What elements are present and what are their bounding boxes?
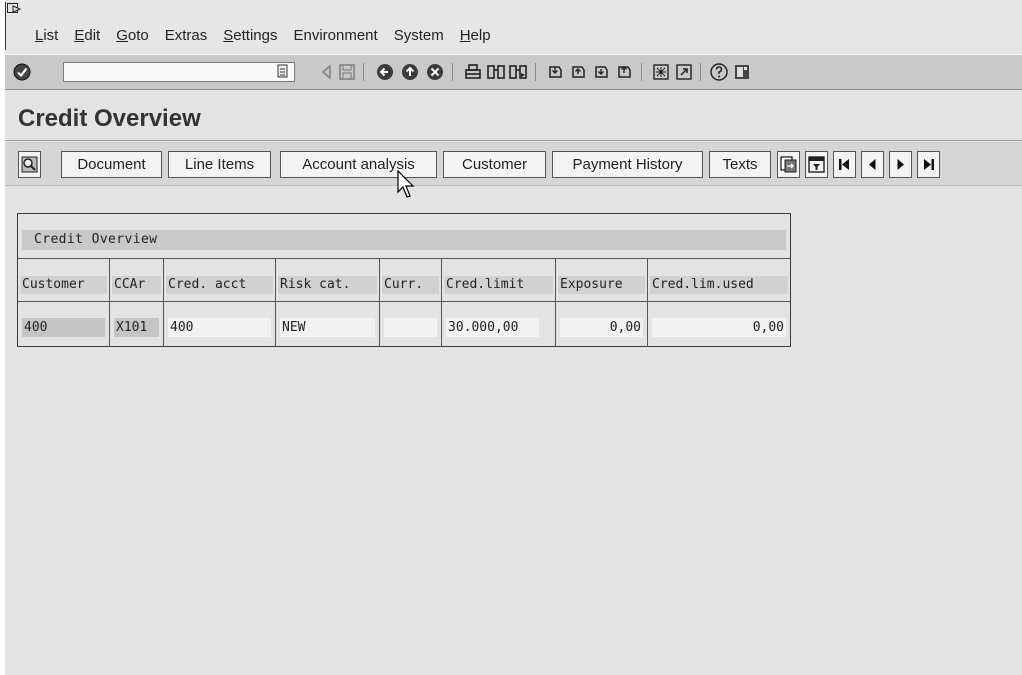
toolbar-separator	[363, 63, 364, 81]
menu-system[interactable]: System	[394, 27, 444, 44]
grid-line	[555, 258, 556, 347]
page-title: Credit Overview	[18, 105, 201, 132]
command-field[interactable]	[63, 62, 295, 82]
cell-customer[interactable]: 400	[22, 318, 105, 337]
next-arrow-icon	[897, 159, 904, 170]
command-history-icon[interactable]	[277, 64, 289, 79]
green-arrow-back-icon[interactable]	[375, 62, 395, 82]
standard-toolbar	[5, 54, 1022, 90]
credit-overview-list: Credit Overview Customer CCAr Cred. acct…	[17, 213, 791, 347]
help-icon[interactable]	[709, 62, 729, 82]
grid-line	[18, 258, 790, 259]
first-page-arrow-icon	[839, 159, 849, 170]
grid-line	[163, 258, 164, 347]
last-page-button[interactable]	[917, 151, 940, 178]
menu-edit[interactable]: Edit	[74, 27, 100, 44]
grid-line	[647, 258, 648, 347]
find-icon[interactable]	[486, 62, 506, 82]
menu-divider	[5, 2, 6, 50]
previous-arrow-icon	[869, 159, 876, 170]
column-header-ccar[interactable]: CCAr	[112, 276, 161, 294]
menu-settings[interactable]: Settings	[223, 27, 277, 44]
back-icon[interactable]	[317, 62, 337, 82]
column-header-cred-limit[interactable]: Cred.limit	[444, 276, 553, 294]
cell-ccar[interactable]: X101	[114, 318, 159, 337]
shortcut-icon[interactable]	[674, 62, 694, 82]
column-header-customer[interactable]: Customer	[20, 276, 107, 294]
next-page-icon[interactable]	[591, 62, 611, 82]
account-analysis-button[interactable]: Account analysis	[280, 151, 437, 178]
previous-page-icon[interactable]	[568, 62, 588, 82]
column-header-risk-cat[interactable]: Risk cat.	[278, 276, 377, 294]
document-button[interactable]: Document	[61, 151, 162, 178]
customize-layout-icon[interactable]	[732, 62, 752, 82]
toolbar-separator	[700, 63, 701, 81]
next-page-button[interactable]	[889, 151, 912, 178]
application-toolbar: Document Line Items Account analysis Cus…	[5, 142, 1022, 186]
menu-bar: List Edit Goto Extras Settings Environme…	[5, 0, 1022, 54]
menu-help[interactable]: Help	[460, 27, 491, 44]
customer-button[interactable]: Customer	[443, 151, 546, 178]
create-session-icon[interactable]	[651, 62, 671, 82]
cell-exposure[interactable]: 0,00	[560, 318, 643, 337]
toolbar-separator	[641, 63, 642, 81]
find-next-icon[interactable]	[508, 62, 528, 82]
last-page-icon[interactable]	[614, 62, 634, 82]
cell-cred-lim-used[interactable]: 0,00	[652, 318, 786, 337]
previous-page-button[interactable]	[861, 151, 884, 178]
first-page-icon[interactable]	[545, 62, 565, 82]
menu-goto[interactable]: Goto	[116, 27, 149, 44]
grid-line	[441, 258, 442, 347]
print-icon[interactable]	[463, 62, 483, 82]
cell-risk-cat[interactable]: NEW	[280, 318, 375, 337]
cell-cred-acct[interactable]: 400	[168, 318, 271, 337]
menu-list[interactable]: List	[35, 27, 58, 44]
grid-line	[18, 301, 790, 302]
list-title-bar: Credit Overview	[22, 230, 786, 250]
column-header-cred-lim-used[interactable]: Cred.lim.used	[650, 276, 788, 294]
first-page-button[interactable]	[833, 151, 856, 178]
details-button[interactable]	[18, 151, 41, 178]
payment-history-button[interactable]: Payment History	[552, 151, 703, 178]
system-menu-icon[interactable]	[7, 3, 21, 15]
texts-button[interactable]: Texts	[709, 151, 771, 178]
grid-line	[379, 258, 380, 347]
toolbar-separator	[452, 63, 453, 81]
last-page-arrow-icon	[924, 159, 934, 170]
filter-button[interactable]	[805, 151, 828, 178]
enter-icon[interactable]	[13, 63, 31, 81]
save-icon[interactable]	[337, 62, 357, 82]
menu-items: List Edit Goto Extras Settings Environme…	[35, 27, 507, 44]
title-bar: Credit Overview	[5, 91, 1022, 141]
line-items-button[interactable]: Line Items	[168, 151, 271, 178]
filter-icon	[808, 156, 825, 173]
column-header-exposure[interactable]: Exposure	[558, 276, 645, 294]
cell-curr[interactable]	[384, 318, 437, 337]
magnifier-icon	[21, 156, 38, 173]
column-header-cred-acct[interactable]: Cred. acct	[166, 276, 273, 294]
menu-extras[interactable]: Extras	[165, 27, 208, 44]
export-button[interactable]	[777, 151, 800, 178]
toolbar-separator	[535, 63, 536, 81]
grid-line	[275, 258, 276, 347]
cancel-icon[interactable]	[425, 62, 445, 82]
menu-environment[interactable]: Environment	[293, 27, 377, 44]
exit-icon[interactable]	[400, 62, 420, 82]
grid-line	[109, 258, 110, 347]
column-header-curr[interactable]: Curr.	[382, 276, 439, 294]
list-title: Credit Overview	[34, 232, 158, 247]
export-icon	[780, 156, 797, 173]
sap-window: List Edit Goto Extras Settings Environme…	[5, 0, 1022, 675]
cell-cred-limit[interactable]: 30.000,00	[446, 318, 539, 337]
